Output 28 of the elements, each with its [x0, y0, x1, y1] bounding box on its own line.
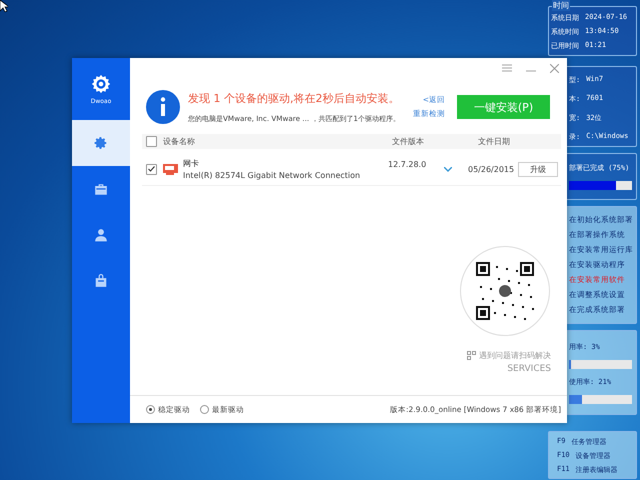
alert-title: 发现 1 个设备的驱动,将在2秒后自动安装。 — [188, 90, 400, 106]
network-card-icon — [163, 163, 178, 175]
close-icon[interactable] — [550, 64, 559, 72]
chevron-down-icon[interactable] — [444, 166, 452, 172]
device-description: Intel(R) 82574L Gigabit Network Connection — [183, 171, 362, 180]
column-header: 文件版本 — [392, 136, 425, 147]
column-header: 设备名称 — [163, 136, 196, 147]
upgrade-button[interactable]: 升级 — [518, 162, 558, 176]
select-all-checkbox[interactable] — [146, 136, 157, 147]
qr-code-icon — [476, 262, 534, 320]
sidebar-tab[interactable] — [72, 120, 130, 166]
logo-icon — [90, 73, 112, 95]
bag-icon — [94, 274, 108, 288]
panel-title: 时间 — [552, 0, 570, 11]
driver-version: 12.7.28.0 — [388, 160, 428, 168]
info-icon — [146, 90, 180, 124]
qr-caption: 遇到问题请扫码解决 — [479, 350, 551, 361]
mouse-cursor-icon — [0, 0, 8, 12]
briefcase-icon — [94, 182, 108, 196]
person-icon — [94, 228, 108, 242]
device-name: 网卡 — [183, 158, 200, 169]
services-label: SERVICES — [507, 364, 551, 374]
menu-icon[interactable] — [502, 64, 512, 72]
qr-small-icon — [467, 351, 476, 360]
row-checkbox[interactable] — [146, 164, 157, 174]
column-header: 文件日期 — [478, 136, 511, 147]
driver-date: 05/26/2015 — [468, 164, 516, 174]
gear-icon — [94, 136, 108, 150]
